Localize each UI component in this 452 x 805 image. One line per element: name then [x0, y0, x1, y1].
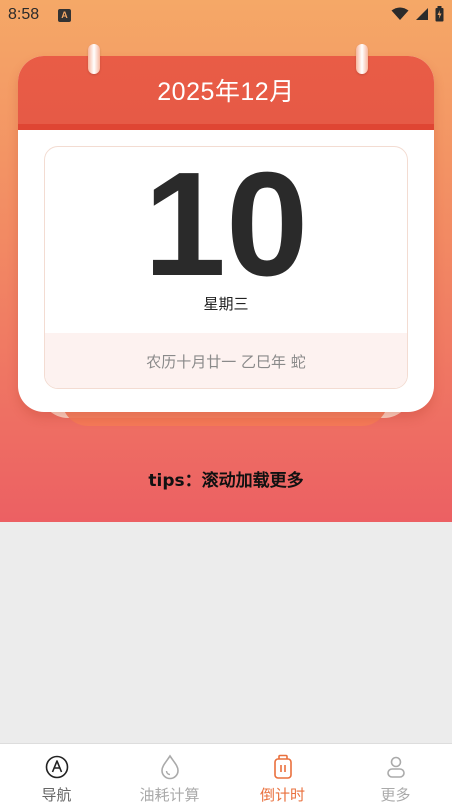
lunar-date-band: 农历十月廿一 乙巳年 蛇: [45, 333, 407, 388]
weekday-label: 星期三: [203, 295, 249, 313]
day-number: 10: [143, 146, 309, 307]
person-icon: [385, 754, 407, 780]
bottom-navigation: 导航 油耗计算 倒计时 更多: [0, 743, 452, 805]
drop-icon: [159, 754, 181, 780]
nav-label: 倒计时: [259, 786, 305, 804]
calendar-month-title: 2025年12月: [157, 78, 295, 106]
status-indicators: [391, 6, 444, 22]
nav-item-fuel-calc[interactable]: 油耗计算: [113, 744, 226, 805]
nav-label: 更多: [380, 786, 411, 804]
battery-icon: [435, 6, 444, 22]
nav-label: 油耗计算: [139, 786, 200, 804]
status-time: 8:58: [8, 6, 40, 23]
navigation-icon: [45, 754, 69, 780]
app-notification-icon: A: [58, 9, 71, 22]
nav-item-countdown[interactable]: 倒计时: [226, 744, 339, 805]
binder-ring-left-icon: [88, 44, 100, 74]
binder-ring-right-icon: [356, 44, 368, 74]
tips-text: tips：滚动加载更多: [148, 471, 304, 491]
nav-item-navigation[interactable]: 导航: [0, 744, 113, 805]
nav-label: 导航: [41, 786, 72, 804]
status-bar: 8:58 A: [0, 0, 452, 32]
nav-item-more[interactable]: 更多: [339, 744, 452, 805]
calendar-header: 2025年12月: [18, 56, 434, 130]
signal-icon: [416, 8, 428, 20]
lunar-date: 农历十月廿一 乙巳年 蛇: [146, 353, 306, 371]
timer-icon: [272, 754, 294, 780]
calendar-card: 2025年12月 10 星期三 农历十月廿一 乙巳年 蛇: [18, 56, 434, 412]
wifi-icon: [391, 7, 409, 20]
calendar-day-panel: 10 星期三 农历十月廿一 乙巳年 蛇: [44, 146, 408, 389]
